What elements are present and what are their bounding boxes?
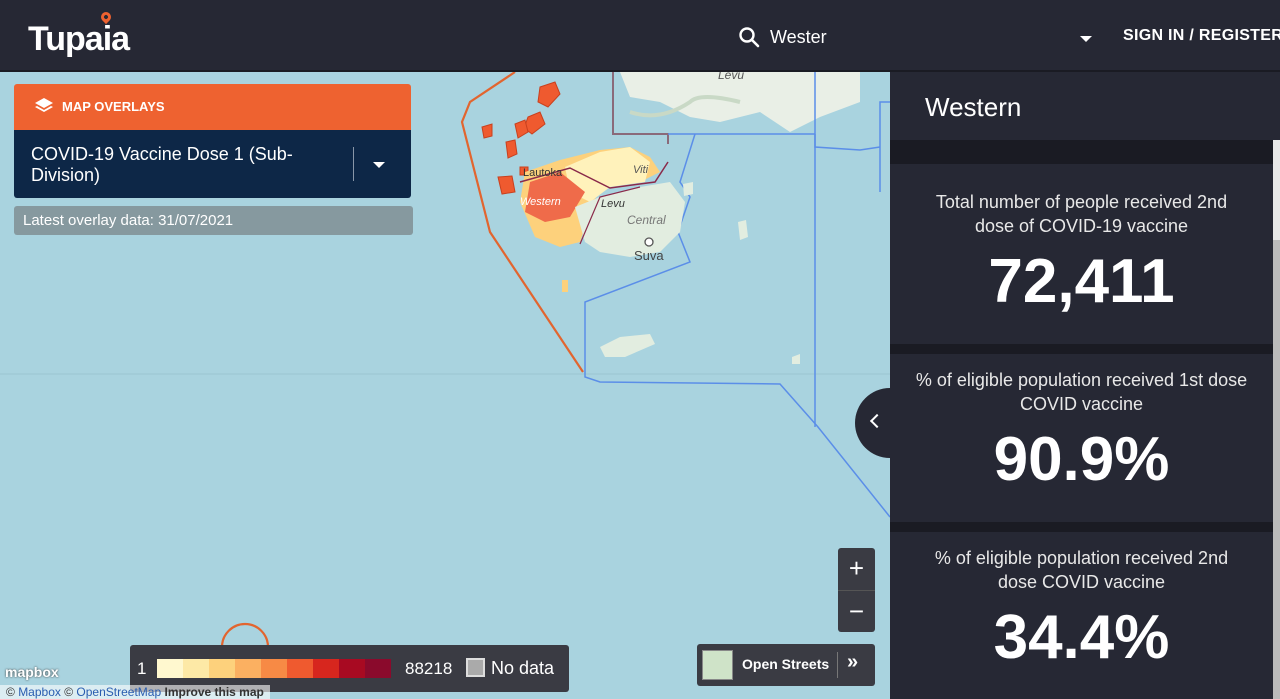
map-overlays-header[interactable]: MAP OVERLAYS [14,84,411,130]
improve-map-link[interactable]: Improve this map [164,685,263,699]
map-label-viti: Viti [633,164,649,176]
legend-min-value: 1 [137,659,147,678]
basemap-label: Open Streets [742,656,830,672]
mapbox-logo[interactable]: mapbox [5,664,59,680]
map-label-suva: Suva [634,248,664,263]
legend-swatch [339,659,365,678]
sign-in-register-link[interactable]: SIGN IN / REGISTER [1123,27,1280,45]
basemap-divider [837,652,838,678]
stat-label: % of eligible population received 1st do… [915,370,1248,414]
user-dropdown-caret-icon[interactable] [1080,36,1092,42]
copyright-symbol-osm: © [64,685,74,699]
overlay-select-divider [353,147,354,181]
info-sidebar: Western Total number of people received … [890,72,1280,699]
map-label-western: Western [520,196,561,208]
legend-swatch [261,659,287,678]
legend-swatch [183,659,209,678]
legend-swatch [209,659,235,678]
mapbox-link[interactable]: Mapbox [18,685,61,699]
stat-label: % of eligible population received 2nd do… [934,548,1229,592]
legend-swatch [313,659,339,678]
map-label-lautoka: Lautoka [523,167,563,179]
legend-swatch [235,659,261,678]
zoom-in-button[interactable]: + [838,548,875,590]
stat-value: 34.4% [993,603,1170,672]
overlay-select-dropdown[interactable]: COVID-19 Vaccine Dose 1 (Sub-Division) [14,130,411,198]
stat-card: % of eligible population received 2nd do… [890,532,1273,699]
legend-swatch [287,659,313,678]
double-chevron-right-icon[interactable]: » [847,651,858,674]
legend-swatch [157,659,183,678]
stat-label: Total number of people received 2nd dose… [935,192,1228,236]
scrollbar-thumb[interactable] [1273,240,1280,699]
stat-card: Total number of people received 2nd dose… [890,164,1273,344]
top-header: Tupaia SIGN IN / REGISTER [0,0,1280,72]
search-input[interactable] [770,22,1070,52]
stat-card: % of eligible population received 1st do… [890,354,1273,522]
sidebar-scrollbar[interactable] [1273,140,1280,699]
basemap-thumbnail [702,650,733,680]
map-label-levu-north: Levu [718,72,745,82]
stat-value: 90.9% [993,425,1170,494]
layers-icon [35,98,53,112]
chevron-left-icon [869,413,885,429]
openstreetmap-link[interactable]: OpenStreetMap [76,685,161,699]
basemap-switcher[interactable]: Open Streets » [697,644,875,686]
no-data-swatch[interactable] [466,658,485,677]
map-label-levu: Levu [601,198,625,210]
map-attribution: © Mapbox © OpenStreetMap Improve this ma… [0,685,270,699]
legend-swatch [365,659,391,678]
selected-overlay-name: COVID-19 Vaccine Dose 1 (Sub-Division) [31,144,293,185]
no-data-label: No data [491,658,555,678]
search-icon[interactable] [738,26,760,48]
latest-overlay-data-badge: Latest overlay data: 31/07/2021 [14,206,413,235]
map-overlays-label: MAP OVERLAYS [62,99,165,114]
map-label-central: Central [627,213,666,227]
sidebar-title: Western [890,72,1280,140]
tupaia-logo[interactable]: Tupaia [28,20,130,59]
legend-max-value: 88218 [405,659,453,678]
zoom-controls: + − [838,548,875,632]
copyright-symbol: © [6,685,15,699]
zoom-out-button[interactable]: − [838,590,875,632]
legend-color-scale [157,659,391,678]
stat-value: 72,411 [988,247,1175,316]
chevron-down-icon[interactable] [373,162,385,168]
